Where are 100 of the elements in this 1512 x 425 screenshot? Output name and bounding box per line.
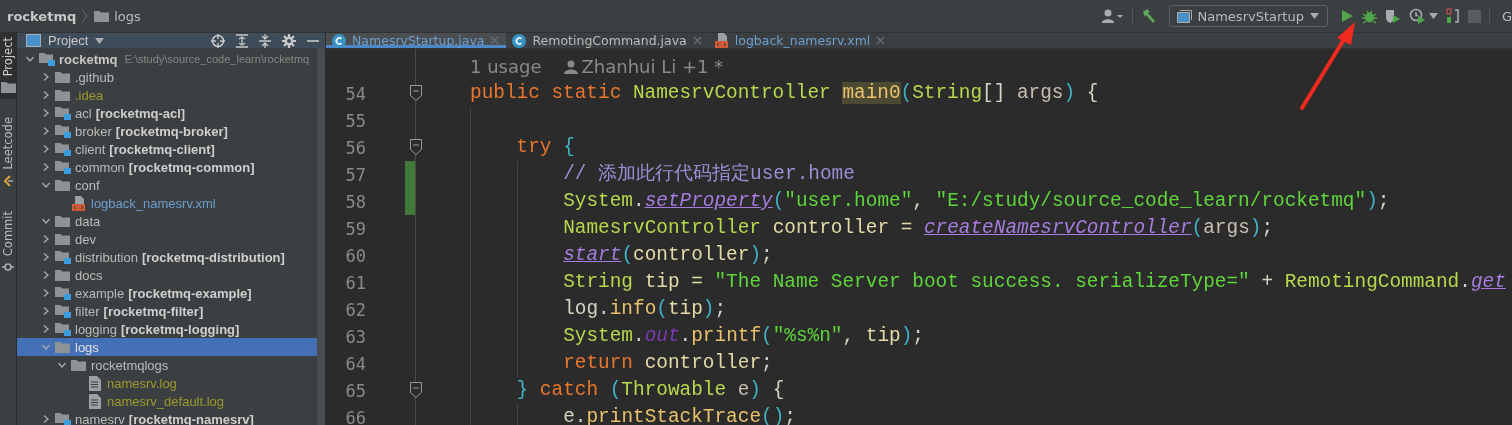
module-folder-icon [54,160,71,174]
editor-tab[interactable]: RemotingCommand.java [506,33,709,48]
tree-item[interactable]: dev [17,230,317,248]
code-text: { [771,379,785,401]
string-literal: "%s%n" [772,325,843,347]
identifier: controller = [771,217,914,239]
fold-marker-icon[interactable] [410,85,422,101]
code-text: , [912,190,925,212]
folder-icon [55,89,70,101]
tree-item[interactable]: rocketmqlogs [17,356,317,374]
tree-item[interactable]: client [rocketmq-client] [17,140,317,158]
code-text: + [1260,271,1275,293]
parameter: args [1203,217,1250,239]
bracket: { [563,136,575,158]
chevron-down-icon[interactable] [41,180,51,190]
chevron-down-icon[interactable] [41,216,51,226]
folder-icon [55,233,70,245]
keyword: public static [470,82,623,104]
folder-icon [94,10,110,22]
tree-item[interactable]: acl [rocketmq-acl] [17,104,317,122]
file-name: conf [75,177,100,193]
tree-item[interactable]: logging [rocketmq-logging] [17,320,317,338]
method-call: info [609,298,657,320]
field-name: out [644,325,680,347]
identifier: tip = [643,271,704,293]
tree-item[interactable]: broker [rocketmq-broker] [17,122,317,140]
collapse-all-icon[interactable] [259,33,271,48]
expand-all-icon[interactable] [236,33,248,48]
method-call: setProperty [644,190,773,212]
tree-item[interactable]: .github [17,68,317,86]
crosshair-icon[interactable] [211,33,225,48]
run-icon[interactable] [1339,9,1354,23]
scrollbar[interactable] [317,48,325,425]
tool-window-tab[interactable]: Commit [0,206,16,280]
code-text: , [842,325,856,347]
caret-icon [1309,13,1319,19]
class-name: System [563,325,633,347]
minimize-icon[interactable] [307,38,319,43]
run-configuration-dropdown[interactable]: NamesrvStartup [1168,5,1328,27]
tree-item[interactable]: rocketmq E:\study\source_code_learn\rocketmq [17,50,317,68]
author-hint[interactable]: Zhanhui Li +1 * [563,56,724,77]
class-name: String [563,271,633,293]
tool-window-tab[interactable]: Project [0,33,16,100]
editor-tab[interactable]: NamesrvStartup.java [326,33,507,48]
code-text: ; [1377,190,1390,212]
bug-icon[interactable] [1361,8,1377,24]
commit-icon [2,261,14,274]
file-name: namesrv [75,411,125,425]
tree-item[interactable]: common [rocketmq-common] [17,158,317,176]
tree-item[interactable]: logback_namesrv.xml [17,194,317,212]
bracket: ) [900,325,913,347]
fold-marker-icon[interactable] [410,139,422,155]
tree-item[interactable]: namesrv.log [17,374,317,392]
folder-icon [55,215,70,227]
tree-item[interactable]: .idea [17,86,317,104]
code-text: . [1459,271,1471,293]
module-name: [rocketmq-common] [128,159,255,175]
code-text: ; [761,352,773,374]
tree-item[interactable]: filter [rocketmq-filter] [17,302,317,320]
file-name: logs [75,339,99,355]
caret-icon [95,37,105,44]
chevron-right-icon[interactable] [41,414,51,424]
bracket: } [516,379,529,401]
bracket: ( [761,325,773,347]
tree-item[interactable]: distribution [rocketmq-distribution] [17,248,317,266]
breadcrumb-item[interactable]: rocketmq [7,8,77,24]
tree-item[interactable]: namesrv_default.log [17,392,317,410]
class-name: System [563,190,633,212]
text-file-icon [88,375,101,391]
tree-item[interactable]: example [rocketmq-example] [17,284,317,302]
toolbar-label[interactable]: G [1497,8,1512,24]
hammer-icon[interactable] [1140,8,1157,24]
fold-marker-icon[interactable] [410,382,422,398]
tool-window-tab[interactable]: Leetcode [0,113,16,193]
file-name: acl [75,105,92,121]
method-call: get [1470,271,1506,293]
tree-item[interactable]: docs [17,266,317,284]
module-folder-icon [54,142,71,156]
editor-tab[interactable]: logback_namesrv.xml [708,33,893,48]
usage-count[interactable]: 1 usage [470,56,542,77]
bracket: ) [1366,190,1378,212]
settings-icon[interactable] [282,33,296,48]
line-number: 66 [344,407,366,425]
identifier: controller [644,352,762,374]
tree-item[interactable]: logs [17,338,317,356]
text-file-icon [88,393,101,409]
attach-debugger-icon[interactable] [1445,8,1460,24]
tree-item[interactable]: conf [17,176,317,194]
module-folder-icon [54,106,71,120]
bracket: ( [621,244,633,266]
tree-item[interactable]: data [17,212,317,230]
class-file-icon [332,33,346,48]
method-call: start [563,244,622,266]
profiler-icon[interactable] [1408,8,1426,24]
coverage-icon[interactable] [1384,8,1401,24]
chevron-down-icon[interactable] [25,54,35,64]
line-number: 57 [344,164,366,185]
user-icon[interactable] [1101,9,1124,23]
chevron-separator-icon [81,8,90,24]
breadcrumb-item[interactable]: logs [94,8,141,24]
